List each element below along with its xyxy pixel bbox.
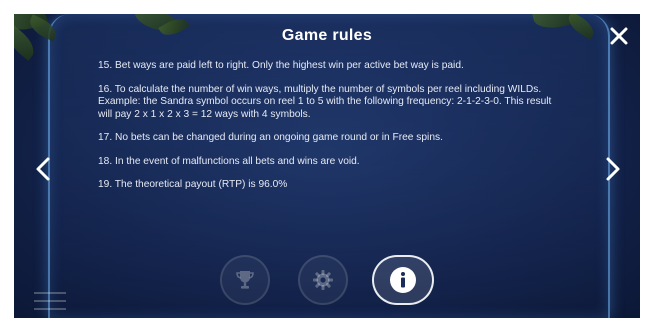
hamburger-menu-icon[interactable] [34,292,66,312]
chevron-left-icon [36,157,50,181]
dialog-title: Game rules [281,27,373,44]
game-rules-dialog: Game rules 15. Bet ways are paid left to… [14,14,640,318]
rule-item: 19. The theoretical payout (RTP) is 96.0… [98,179,288,190]
gear-icon [313,270,333,290]
info-icon [390,267,416,293]
tab-info[interactable] [372,255,434,305]
trophy-icon [236,271,254,289]
rules-list: 15. Bet ways are paid left to right. Onl… [98,60,568,203]
rule-item: 17. No bets can be changed during an ong… [98,132,443,143]
rule-item: 18. In the event of malfunctions all bet… [98,155,360,167]
close-button[interactable] [608,25,630,47]
rule-item: 16. To calculate the number of win ways,… [98,83,552,120]
rule-item: 15. Bet ways are paid left to right. Onl… [98,60,464,71]
tab-paytable[interactable] [220,255,270,305]
next-page-button[interactable] [602,156,624,182]
chevron-right-icon [606,157,620,181]
info-tabs [14,255,640,307]
tab-settings[interactable] [298,255,348,305]
close-icon [610,27,628,45]
previous-page-button[interactable] [32,156,54,182]
